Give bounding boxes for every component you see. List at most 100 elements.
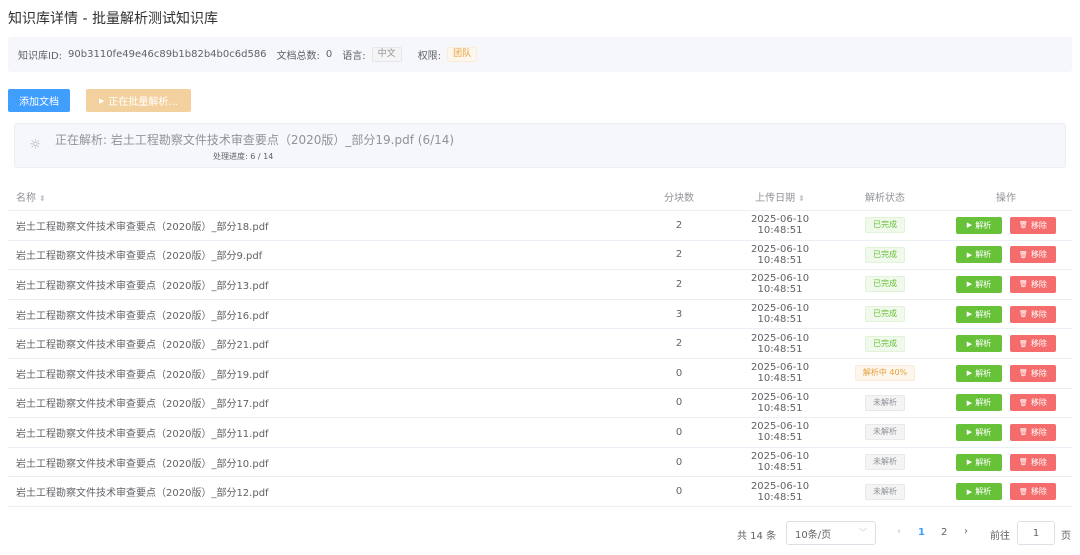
goto-label: 前往 bbox=[990, 531, 1010, 542]
doc-name: 岩土工程勘察文件技术审查要点（2020版）_部分16.pdf bbox=[16, 310, 269, 322]
doc-count-value: 0 bbox=[325, 49, 333, 60]
header-name[interactable]: 名称 ⬍ bbox=[8, 189, 628, 204]
status-badge: 未解析 bbox=[865, 424, 905, 441]
parse-button[interactable]: ▶ 解析 bbox=[956, 246, 1002, 264]
table-row: 岩土工程勘察文件技术审查要点（2020版）_部分13.pdf 2 2025-06-1… bbox=[8, 270, 1072, 300]
doc-chunks: 0 bbox=[675, 426, 683, 438]
doc-date: 2025-06-10 10:48:51 bbox=[750, 243, 810, 266]
permission-label: 权限: bbox=[417, 51, 442, 62]
doc-name: 岩土工程勘察文件技术审查要点（2020版）_部分11.pdf bbox=[16, 428, 269, 440]
table-row: 岩土工程勘察文件技术审查要点（2020版）_部分17.pdf 0 2025-06-1… bbox=[8, 389, 1072, 419]
remove-button[interactable]: 🗑 移除 bbox=[1010, 275, 1056, 293]
trash-icon: 🗑 bbox=[1019, 458, 1028, 467]
kb-id-label: 知识库ID: bbox=[18, 51, 63, 62]
doc-chunks: 2 bbox=[675, 219, 683, 231]
status-badge: 已完成 bbox=[865, 246, 905, 263]
pagination-total: 共 14 条 bbox=[737, 531, 777, 542]
documents-table: 名称 ⬍ 分块数 上传日期 ⬍ 解析状态 操作 岩土工程勘察文件技术审查要点（202… bbox=[8, 182, 1072, 507]
doc-date: 2025-06-10 10:48:51 bbox=[750, 273, 810, 296]
batch-parse-label: 正在批量解析... bbox=[108, 97, 178, 108]
batch-parse-button[interactable]: ▶ 正在批量解析... bbox=[86, 89, 191, 112]
page-title: 知识库详情 - 批量解析测试知识库 bbox=[8, 11, 218, 27]
play-icon: ▶ bbox=[966, 458, 973, 467]
table-row: 岩土工程勘察文件技术审查要点（2020版）_部分12.pdf 0 2025-06-1… bbox=[8, 477, 1072, 507]
status-badge: 已完成 bbox=[865, 276, 905, 293]
sort-icon[interactable]: ⬍ bbox=[798, 194, 805, 203]
doc-chunks: 2 bbox=[675, 338, 683, 350]
doc-chunks: 2 bbox=[675, 249, 683, 261]
parse-button[interactable]: ▶ 解析 bbox=[956, 275, 1002, 293]
doc-name: 岩土工程勘察文件技术审查要点（2020版）_部分19.pdf bbox=[16, 369, 269, 381]
parse-progress-panel: ☼ 正在解析: 岩土工程勘察文件技术审查要点（2020版）_部分19.pdf (… bbox=[14, 123, 1066, 168]
prev-page-icon[interactable]: ‹ bbox=[897, 526, 901, 537]
play-icon: ▶ bbox=[966, 369, 973, 378]
progress-count: 处理进度: 6 / 14 bbox=[213, 152, 274, 161]
trash-icon: 🗑 bbox=[1019, 310, 1028, 319]
page-2[interactable]: 2 bbox=[941, 527, 947, 538]
parse-button[interactable]: ▶ 解析 bbox=[956, 335, 1002, 353]
parse-button[interactable]: ▶ 解析 bbox=[956, 453, 1002, 471]
play-icon: ▶ bbox=[966, 487, 973, 496]
remove-button[interactable]: 🗑 移除 bbox=[1010, 364, 1056, 382]
remove-button[interactable]: 🗑 移除 bbox=[1010, 423, 1056, 441]
doc-count-label: 文档总数: bbox=[276, 51, 320, 62]
parse-button[interactable]: ▶ 解析 bbox=[956, 423, 1002, 441]
trash-icon: 🗑 bbox=[1019, 369, 1028, 378]
header-chunks: 分块数 bbox=[664, 192, 694, 204]
table-row: 岩土工程勘察文件技术审查要点（2020版）_部分21.pdf 2 2025-06-1… bbox=[8, 329, 1072, 359]
table-row: 岩土工程勘察文件技术审查要点（2020版）_部分9.pdf 2 2025-06-10… bbox=[8, 241, 1072, 271]
play-icon: ▶ bbox=[966, 428, 973, 437]
loading-spinner-icon: ☼ bbox=[29, 137, 42, 153]
remove-button[interactable]: 🗑 移除 bbox=[1010, 453, 1056, 471]
header-status: 解析状态 bbox=[865, 192, 905, 204]
remove-button[interactable]: 🗑 移除 bbox=[1010, 335, 1056, 353]
language-tag: 中文 bbox=[371, 47, 402, 62]
page-size-value: 10条/页 bbox=[795, 529, 832, 541]
remove-button[interactable]: 🗑 移除 bbox=[1010, 216, 1056, 234]
trash-icon: 🗑 bbox=[1019, 428, 1028, 437]
parse-button[interactable]: ▶ 解析 bbox=[956, 216, 1002, 234]
doc-name: 岩土工程勘察文件技术审查要点（2020版）_部分21.pdf bbox=[16, 340, 269, 352]
parse-button[interactable]: ▶ 解析 bbox=[956, 483, 1002, 501]
remove-button[interactable]: 🗑 移除 bbox=[1010, 305, 1056, 323]
play-icon: ▶ bbox=[966, 221, 973, 230]
page-size-select[interactable]: 10条/页 ﹀ bbox=[786, 521, 876, 545]
table-row: 岩土工程勘察文件技术审查要点（2020版）_部分19.pdf 0 2025-06-1… bbox=[8, 359, 1072, 389]
status-badge: 已完成 bbox=[865, 217, 905, 234]
doc-date: 2025-06-10 10:48:51 bbox=[750, 303, 810, 326]
language-label: 语言: bbox=[342, 51, 366, 62]
page-1[interactable]: 1 bbox=[918, 527, 925, 538]
trash-icon: 🗑 bbox=[1019, 487, 1028, 496]
remove-button[interactable]: 🗑 移除 bbox=[1010, 246, 1056, 264]
play-icon: ▶ bbox=[966, 280, 973, 289]
header-date[interactable]: 上传日期 ⬍ bbox=[730, 189, 830, 204]
sort-icon[interactable]: ⬍ bbox=[39, 194, 46, 203]
table-row: 岩土工程勘察文件技术审查要点（2020版）_部分11.pdf 0 2025-06-1… bbox=[8, 418, 1072, 448]
kb-info-bar: 知识库ID: 90b3110fe49e46c89b1b82b4b0c6d586 … bbox=[8, 37, 1072, 72]
goto-page-input[interactable] bbox=[1017, 521, 1055, 545]
trash-icon: 🗑 bbox=[1019, 221, 1028, 230]
doc-date: 2025-06-10 10:48:51 bbox=[750, 451, 810, 474]
trash-icon: 🗑 bbox=[1019, 280, 1028, 289]
add-document-button[interactable]: 添加文档 bbox=[8, 89, 70, 112]
table-row: 岩土工程勘察文件技术审查要点（2020版）_部分16.pdf 3 2025-06-1… bbox=[8, 300, 1072, 330]
header-ops: 操作 bbox=[996, 192, 1016, 204]
table-row: 岩土工程勘察文件技术审查要点（2020版）_部分10.pdf 0 2025-06-1… bbox=[8, 448, 1072, 478]
remove-button[interactable]: 🗑 移除 bbox=[1010, 394, 1056, 412]
next-page-icon[interactable]: › bbox=[964, 526, 968, 537]
doc-chunks: 0 bbox=[675, 367, 683, 379]
parse-button[interactable]: ▶ 解析 bbox=[956, 394, 1002, 412]
remove-button[interactable]: 🗑 移除 bbox=[1010, 483, 1056, 501]
kb-id-value: 90b3110fe49e46c89b1b82b4b0c6d586 bbox=[68, 49, 267, 60]
play-icon: ▶ bbox=[966, 398, 973, 407]
doc-date: 2025-06-10 10:48:51 bbox=[750, 362, 810, 385]
doc-date: 2025-06-10 10:48:51 bbox=[750, 332, 810, 355]
status-badge: 已完成 bbox=[865, 306, 905, 323]
doc-chunks: 0 bbox=[675, 397, 683, 409]
permission-tag: 团队 bbox=[447, 47, 478, 62]
trash-icon: 🗑 bbox=[1019, 250, 1028, 259]
doc-date: 2025-06-10 10:48:51 bbox=[750, 391, 810, 414]
parse-button[interactable]: ▶ 解析 bbox=[956, 305, 1002, 323]
doc-chunks: 2 bbox=[675, 278, 683, 290]
parse-button[interactable]: ▶ 解析 bbox=[956, 364, 1002, 382]
